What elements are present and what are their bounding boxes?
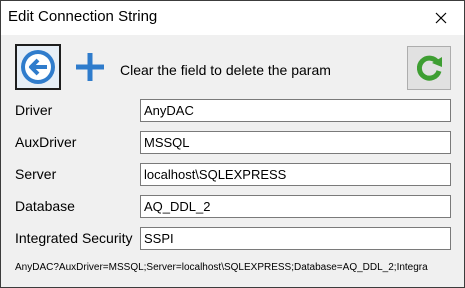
server-field[interactable]: [140, 163, 451, 186]
driver-field[interactable]: [140, 99, 451, 122]
back-arrow-icon: [21, 50, 55, 84]
database-field[interactable]: [140, 195, 451, 218]
refresh-icon: [416, 55, 442, 81]
hint-text: Clear the field to delete the param: [120, 62, 331, 78]
plus-icon: [76, 53, 104, 81]
title-bar: Edit Connection String: [1, 1, 464, 35]
driver-label: Driver: [15, 102, 53, 118]
auxdriver-field[interactable]: [140, 131, 451, 154]
connection-string-preview: AnyDAC?AuxDriver=MSSQL;Server=localhost\…: [15, 262, 428, 273]
back-button[interactable]: [15, 44, 61, 90]
integrated-security-label: Integrated Security: [15, 230, 133, 246]
close-button[interactable]: [418, 1, 464, 35]
database-label: Database: [15, 198, 75, 214]
auxdriver-label: AuxDriver: [15, 134, 77, 150]
refresh-button[interactable]: [407, 46, 451, 90]
close-icon: [435, 12, 447, 24]
window-title: Edit Connection String: [8, 8, 158, 25]
server-label: Server: [15, 166, 57, 182]
edit-connection-string-dialog: Edit Connection String Clear the field t…: [0, 0, 465, 288]
add-param-button[interactable]: [69, 46, 111, 88]
integrated-security-field[interactable]: [140, 227, 451, 250]
